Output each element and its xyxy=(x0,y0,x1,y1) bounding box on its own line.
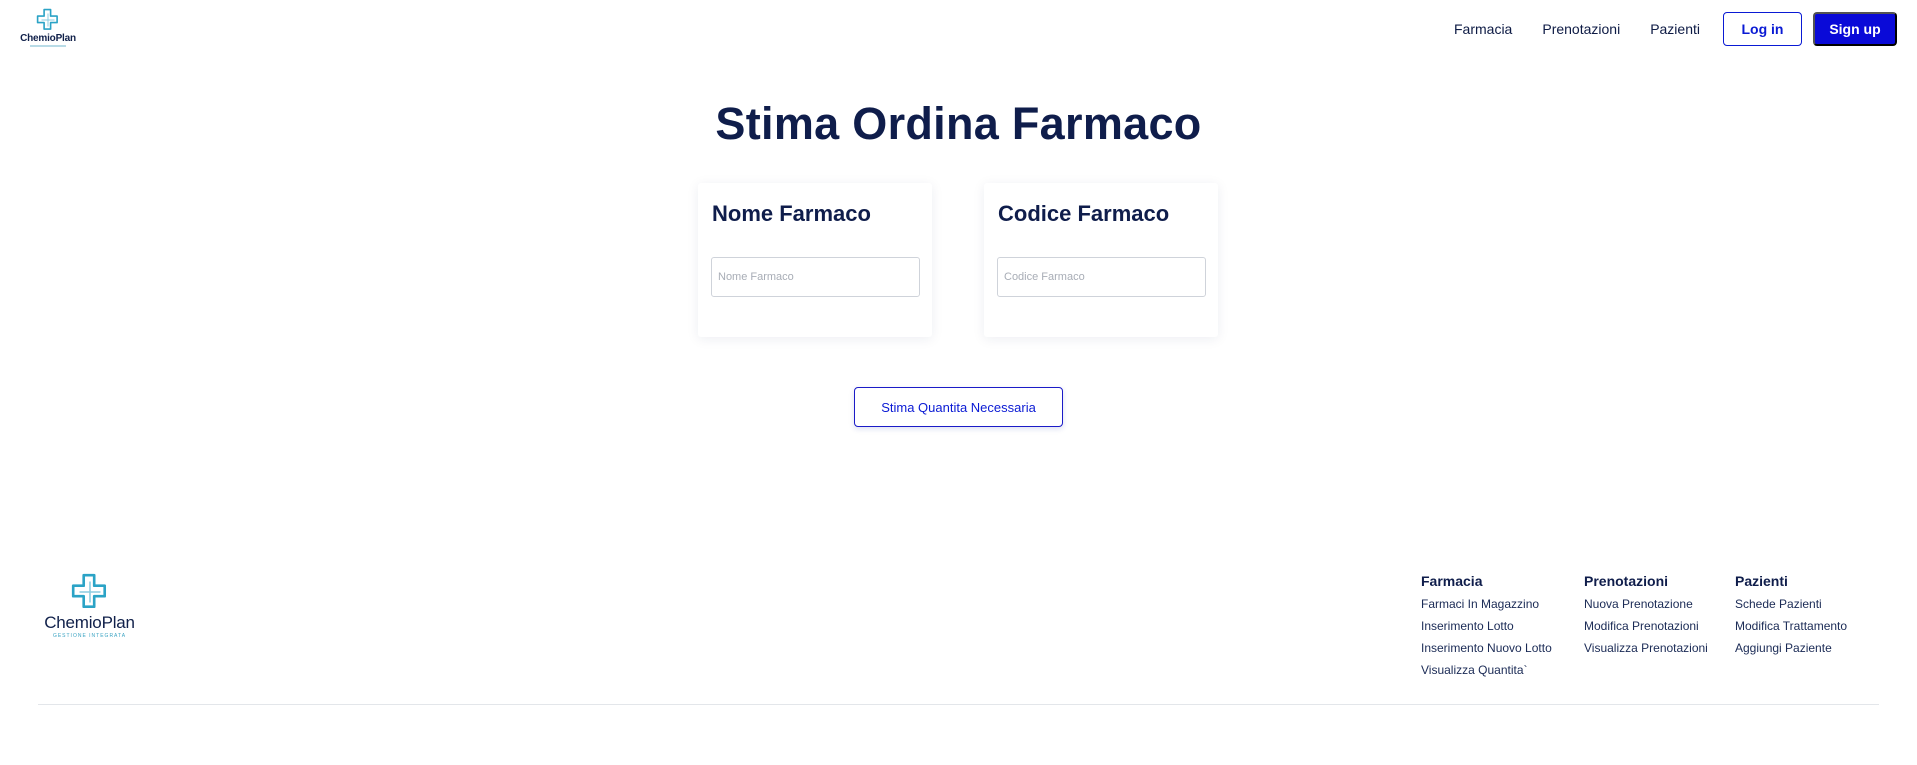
footer-link-visualizza-quantita[interactable]: Visualizza Quantita` xyxy=(1421,659,1552,681)
header-logo-tagline xyxy=(30,45,66,47)
header-logo[interactable]: ChemioPlan xyxy=(16,8,80,50)
login-button[interactable]: Log in xyxy=(1723,12,1802,46)
footer-link-aggiungi-paziente[interactable]: Aggiungi Paziente xyxy=(1735,637,1847,659)
drug-name-card: Nome Farmaco xyxy=(698,183,932,337)
footer-divider xyxy=(38,704,1879,705)
nav-link-pazienti[interactable]: Pazienti xyxy=(1650,12,1700,46)
footer-logo-tagline: GESTIONE INTEGRATA xyxy=(52,633,127,639)
estimate-quantity-button[interactable]: Stima Quantita Necessaria xyxy=(854,387,1063,427)
footer-link-nuova-prenotazione[interactable]: Nuova Prenotazione xyxy=(1584,593,1708,615)
top-header: ChemioPlan Farmacia Prenotazioni Pazient… xyxy=(0,0,1917,56)
footer-heading-pazienti: Pazienti xyxy=(1735,573,1788,589)
footer-logo[interactable]: ChemioPlan GESTIONE INTEGRATA xyxy=(37,572,142,644)
footer-link-schede-pazienti[interactable]: Schede Pazienti xyxy=(1735,593,1847,615)
main-nav: Farmacia Prenotazioni Pazienti Log in Si… xyxy=(1454,12,1897,46)
drug-code-card-title: Codice Farmaco xyxy=(998,201,1170,226)
footer-link-inserimento-nuovo-lotto[interactable]: Inserimento Nuovo Lotto xyxy=(1421,637,1552,659)
footer-logo-name: ChemioPlan xyxy=(44,613,135,632)
footer-link-farmaci-in-magazzino[interactable]: Farmaci In Magazzino xyxy=(1421,593,1552,615)
nav-link-farmacia[interactable]: Farmacia xyxy=(1454,12,1512,46)
drug-name-input[interactable] xyxy=(711,257,920,297)
signup-button[interactable]: Sign up xyxy=(1813,12,1897,46)
footer-link-modifica-prenotazioni[interactable]: Modifica Prenotazioni xyxy=(1584,615,1708,637)
footer-heading-prenotazioni: Prenotazioni xyxy=(1584,573,1669,589)
drug-code-input[interactable] xyxy=(997,257,1206,297)
footer-column-pazienti: Pazienti Schede Pazienti Modifica Tratta… xyxy=(1735,571,1847,659)
header-logo-name: ChemioPlan xyxy=(20,33,76,44)
drug-code-card: Codice Farmaco xyxy=(984,183,1218,337)
footer-link-visualizza-prenotazioni[interactable]: Visualizza Prenotazioni xyxy=(1584,637,1708,659)
footer-column-farmacia: Farmacia Farmaci In Magazzino Inseriment… xyxy=(1421,571,1552,681)
drug-name-card-title: Nome Farmaco xyxy=(712,201,871,226)
footer-column-prenotazioni: Prenotazioni Nuova Prenotazione Modifica… xyxy=(1584,571,1708,659)
footer-heading-farmacia: Farmacia xyxy=(1421,573,1483,589)
medical-cross-icon xyxy=(36,8,58,30)
nav-link-prenotazioni[interactable]: Prenotazioni xyxy=(1542,12,1620,46)
footer-link-inserimento-lotto[interactable]: Inserimento Lotto xyxy=(1421,615,1552,637)
page-title: Stima Ordina Farmaco xyxy=(715,98,1202,149)
footer-link-modifica-trattamento[interactable]: Modifica Trattamento xyxy=(1735,615,1847,637)
medical-cross-icon xyxy=(71,573,106,609)
